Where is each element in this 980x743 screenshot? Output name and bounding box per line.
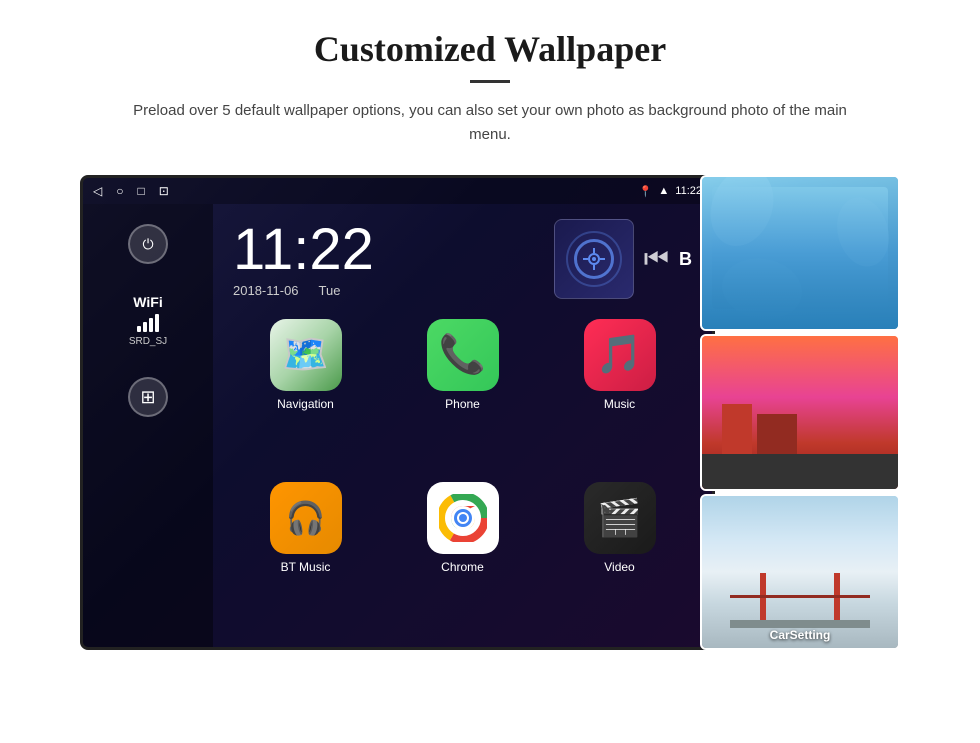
carsetting-label: CarSetting <box>702 628 898 642</box>
app-label-navigation: Navigation <box>277 397 334 411</box>
nav-icons: ◁ ○ □ ⊡ <box>93 184 169 198</box>
date-text: 2018-11-06 <box>233 283 299 298</box>
clock-area: 11:22 2018-11-06 Tue <box>213 204 712 309</box>
app-item-video[interactable]: Video <box>547 482 692 633</box>
signal-widget[interactable] <box>554 219 634 299</box>
recent-icon[interactable]: □ <box>137 184 144 198</box>
ice-overlay <box>702 177 898 329</box>
title-divider <box>470 80 510 83</box>
sidebar: ⏻ WiFi SRD_SJ ⊞ <box>83 204 213 647</box>
wifi-label: WiFi <box>129 294 167 310</box>
app-label-video: Video <box>604 560 634 574</box>
wifi-status-icon: ▲ <box>658 185 669 197</box>
building-1 <box>722 404 752 454</box>
power-button[interactable]: ⏻ <box>128 224 168 264</box>
phone-icon <box>427 319 499 391</box>
ice-decoration <box>702 177 898 329</box>
wifi-bar-1 <box>137 326 141 332</box>
wifi-ssid: SRD_SJ <box>129 336 167 347</box>
chrome-icon <box>427 482 499 554</box>
center-content: 11:22 2018-11-06 Tue <box>213 204 712 647</box>
wifi-bar-4 <box>155 314 159 332</box>
wifi-bar-2 <box>143 322 147 332</box>
signal-svg <box>583 248 605 270</box>
app-label-music: Music <box>604 397 635 411</box>
video-icon <box>584 482 656 554</box>
status-bar: ◁ ○ □ ⊡ 📍 ▲ 11:22 <box>83 178 712 204</box>
signal-icon <box>574 239 614 279</box>
status-right: 📍 ▲ 11:22 <box>639 185 702 198</box>
wifi-bars <box>129 314 167 332</box>
app-label-chrome: Chrome <box>441 560 484 574</box>
app-item-btmusic[interactable]: BT Music <box>233 482 378 633</box>
home-icon[interactable]: ○ <box>116 184 123 198</box>
apps-grid-icon: ⊞ <box>140 387 155 408</box>
wallpaper-thumbnails: CarSetting <box>700 175 900 650</box>
wifi-info: WiFi SRD_SJ <box>129 294 167 347</box>
back-icon[interactable]: ◁ <box>93 184 102 198</box>
app-item-navigation[interactable]: Navigation <box>233 319 378 470</box>
wallpaper-ice[interactable] <box>700 175 900 331</box>
bridge-cable-main <box>730 595 870 598</box>
bridge-road <box>730 620 870 628</box>
app-item-music[interactable]: Music <box>547 319 692 470</box>
android-screen: ◁ ○ □ ⊡ 📍 ▲ 11:22 ⏻ <box>80 175 715 650</box>
btmusic-icon <box>270 482 342 554</box>
apps-button[interactable]: ⊞ <box>128 377 168 417</box>
app-item-phone[interactable]: Phone <box>390 319 535 470</box>
status-time: 11:22 <box>675 185 702 197</box>
prev-track-button[interactable]: ⏮ <box>644 243 669 276</box>
wifi-bar-3 <box>149 318 153 332</box>
music-title-widget: B <box>679 249 692 270</box>
page-container: Customized Wallpaper Preload over 5 defa… <box>0 0 980 743</box>
clock-time: 11:22 <box>233 221 534 279</box>
main-area: ⏻ WiFi SRD_SJ ⊞ <box>83 204 712 647</box>
device-wrapper: ◁ ○ □ ⊡ 📍 ▲ 11:22 ⏻ <box>80 175 900 665</box>
location-icon: 📍 <box>639 185 653 198</box>
screenshot-icon[interactable]: ⊡ <box>159 184 169 198</box>
chrome-svg <box>439 494 487 542</box>
power-icon: ⏻ <box>142 236 153 253</box>
app-label-phone: Phone <box>445 397 480 411</box>
building-2 <box>757 414 797 454</box>
app-item-chrome[interactable]: Chrome <box>390 482 535 633</box>
page-title: Customized Wallpaper <box>314 28 666 70</box>
wallpaper-city[interactable] <box>700 334 900 490</box>
bridge-structure <box>730 568 870 628</box>
clock-display: 11:22 2018-11-06 Tue <box>233 221 534 298</box>
music-icon <box>584 319 656 391</box>
day-text: Tue <box>319 283 341 298</box>
wallpaper-bridge[interactable]: CarSetting <box>700 494 900 650</box>
page-subtitle: Preload over 5 default wallpaper options… <box>130 99 850 147</box>
navigation-icon <box>270 319 342 391</box>
app-grid: Navigation Phone Music <box>213 309 712 647</box>
top-widgets: ⏮ B <box>554 219 692 299</box>
city-building <box>702 454 898 489</box>
clock-date: 2018-11-06 Tue <box>233 283 534 298</box>
app-label-btmusic: BT Music <box>281 560 331 574</box>
